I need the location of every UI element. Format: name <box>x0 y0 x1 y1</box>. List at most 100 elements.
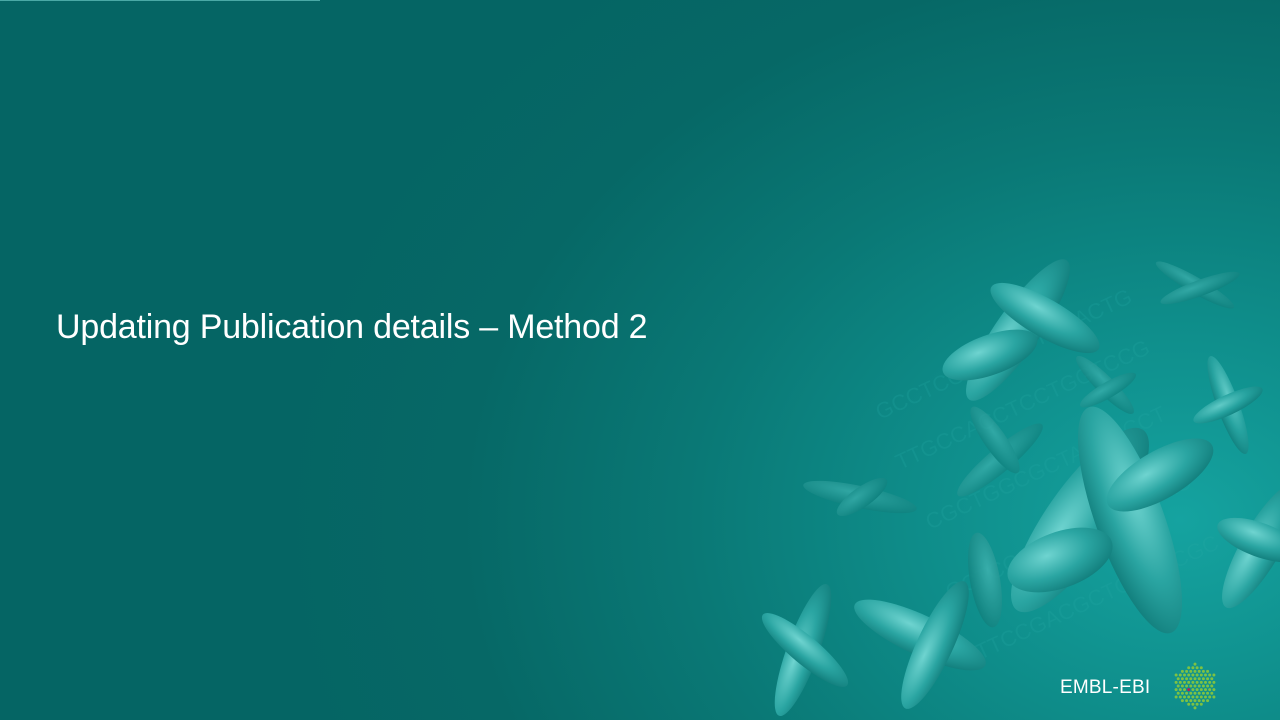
logo-highlight-dot <box>1187 688 1191 692</box>
logo-dot <box>1204 695 1207 699</box>
logo-dot <box>1204 680 1207 684</box>
logo-dot <box>1191 666 1195 670</box>
logo-dot <box>1212 695 1216 699</box>
logo-dot <box>1208 680 1212 684</box>
logo-dot <box>1212 673 1216 677</box>
logo-dot <box>1199 673 1203 677</box>
logo-dot <box>1199 666 1203 670</box>
logo-dot <box>1187 666 1191 670</box>
logo-dot <box>1201 677 1205 681</box>
logo-dot <box>1208 695 1212 699</box>
logo-dot <box>1199 702 1203 706</box>
chromosome-medium-2 <box>761 583 849 717</box>
logo-dot <box>1206 699 1210 703</box>
logo-dot <box>1189 699 1193 703</box>
logo-dot <box>1197 684 1201 688</box>
logo-dot <box>1185 691 1189 695</box>
logo-dot <box>1174 673 1178 677</box>
logo-dot <box>1201 669 1205 673</box>
logo-dot <box>1187 695 1191 699</box>
logo-dot <box>1212 680 1216 684</box>
logo-dot <box>1195 666 1199 670</box>
logo-dot <box>1193 677 1197 681</box>
chromosome-illustration: GCCTCGCCGCTTCCACTG TTGCCACCTCCTGGTCCG CG… <box>761 259 1280 717</box>
logo-dot <box>1180 669 1184 673</box>
chromosome-small-1 <box>1155 261 1240 309</box>
logo-dot <box>1180 691 1184 695</box>
logo-text: EMBL-EBI <box>1060 677 1151 698</box>
logo-dot <box>1195 688 1199 692</box>
logo-dot <box>1199 688 1203 692</box>
logo-dot <box>1178 673 1182 677</box>
logo-dot <box>1191 702 1195 706</box>
logo-dot <box>1174 680 1178 684</box>
logo-dot <box>1199 680 1203 684</box>
logo-dot <box>1197 677 1201 681</box>
slide: GCCTCGCCGCTTCCACTG TTGCCACCTCCTGGTCCG CG… <box>0 0 1280 720</box>
logo-dot <box>1185 669 1189 673</box>
logo-dot <box>1208 688 1212 692</box>
logo-dot <box>1210 684 1214 688</box>
logo-dot <box>1206 669 1210 673</box>
logo-dot <box>1206 684 1210 688</box>
logo-dot <box>1210 677 1214 681</box>
logo-dot <box>1201 684 1205 688</box>
logo-dot <box>1197 669 1201 673</box>
logo-dot <box>1193 669 1197 673</box>
logo-dot <box>1174 688 1178 692</box>
logo-dot <box>1197 691 1201 695</box>
logo-dot <box>1195 673 1199 677</box>
logo-dot <box>1208 673 1212 677</box>
embl-ebi-logo: EMBL-EBI <box>1060 660 1220 712</box>
logo-dot <box>1193 691 1197 695</box>
logo-dot <box>1193 699 1197 703</box>
logo-dot <box>1189 691 1193 695</box>
logo-dot <box>1185 684 1189 688</box>
logo-dot <box>1185 677 1189 681</box>
logo-dot <box>1206 691 1210 695</box>
logo-dot <box>1189 684 1193 688</box>
logo-dot <box>1195 695 1199 699</box>
logo-dot <box>1199 695 1203 699</box>
logo-dot <box>1183 680 1186 684</box>
chromosome-small-4 <box>803 477 917 517</box>
logo-dot <box>1174 695 1178 699</box>
logo-dot <box>1195 702 1199 706</box>
chromosome-medium-5 <box>1217 481 1280 609</box>
logo-dot <box>1187 680 1191 684</box>
logo-dot <box>1178 688 1182 692</box>
logo-dot <box>1193 706 1197 710</box>
logo-dot <box>1183 688 1186 692</box>
logo-dot <box>1189 669 1193 673</box>
logo-dot <box>1191 680 1195 684</box>
logo-dot <box>1187 702 1191 706</box>
logo-dot <box>1178 680 1182 684</box>
logo-dot <box>1180 684 1184 688</box>
logo-dot <box>1204 673 1207 677</box>
logo-dot <box>1206 677 1210 681</box>
logo-dot <box>1178 695 1182 699</box>
logo-dot <box>1201 691 1205 695</box>
logo-dot <box>1187 673 1191 677</box>
logo-dot <box>1201 699 1205 703</box>
slide-title: Updating Publication details – Method 2 <box>56 308 648 346</box>
logo-dot <box>1189 677 1193 681</box>
logo-dot <box>1183 673 1186 677</box>
logo-dot <box>1195 680 1199 684</box>
logo-dot <box>1204 688 1207 692</box>
logo-dot <box>1176 691 1180 695</box>
logo-dot <box>1191 688 1195 692</box>
logo-dot <box>1193 684 1197 688</box>
logo-dot <box>1191 673 1195 677</box>
logo-dot <box>1185 699 1189 703</box>
logo-dot <box>1212 688 1216 692</box>
logo-dot <box>1180 677 1184 681</box>
logo-dot <box>1183 695 1186 699</box>
logo-dot <box>1180 699 1184 703</box>
logo-dot <box>1176 677 1180 681</box>
logo-dot <box>1210 691 1214 695</box>
logo-dot <box>1191 695 1195 699</box>
embl-ebi-hexagon-icon <box>1174 662 1216 710</box>
logo-dot <box>1176 684 1180 688</box>
logo-dot <box>1193 662 1197 666</box>
